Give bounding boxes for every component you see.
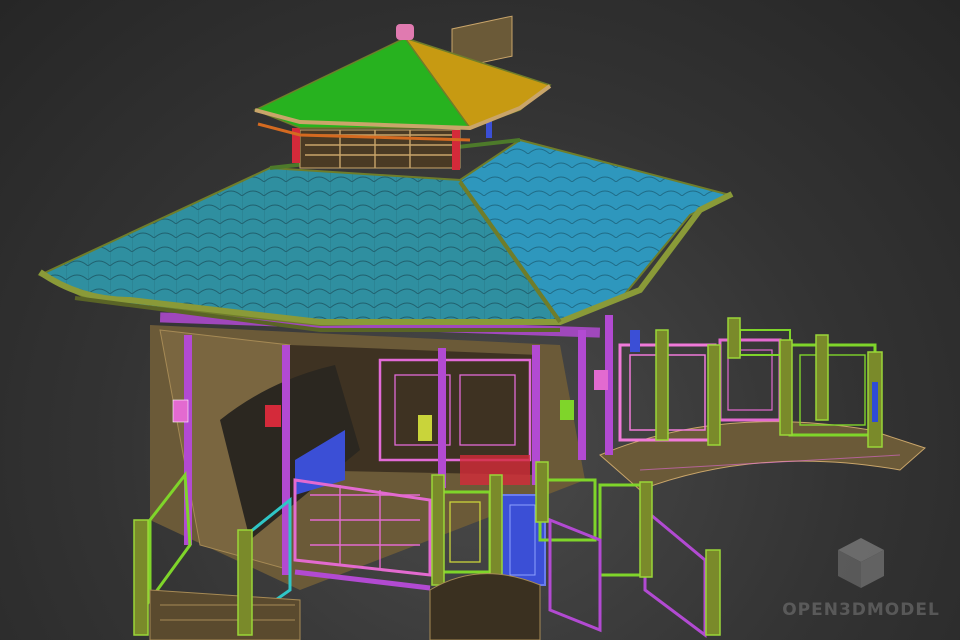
3d-viewport: OPEN3DMODEL: [0, 0, 960, 640]
cube-icon: [838, 538, 884, 588]
watermark-text: OPEN3DMODEL: [782, 600, 940, 620]
watermark: OPEN3DMODEL: [776, 536, 946, 636]
